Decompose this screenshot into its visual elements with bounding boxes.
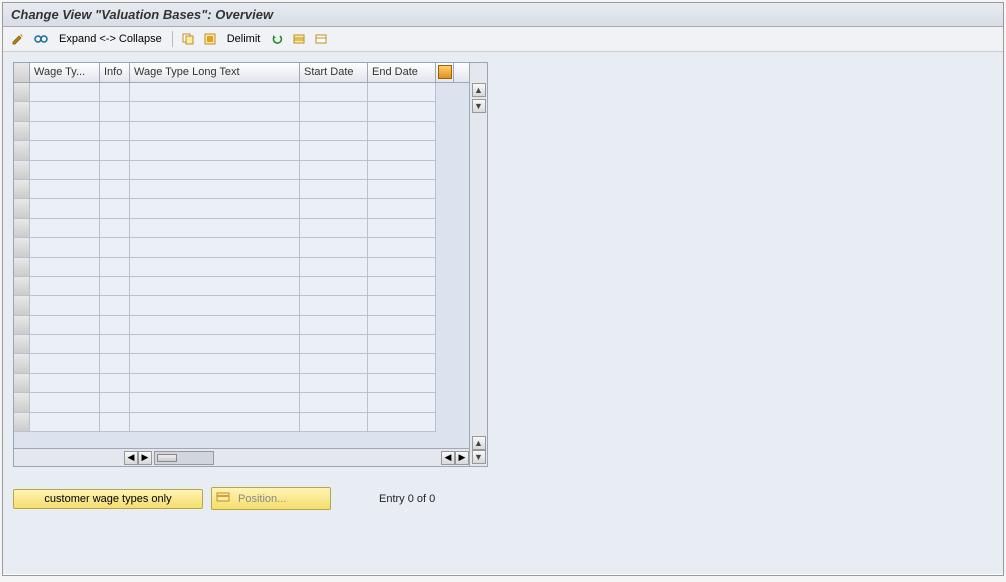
toolbar-separator xyxy=(172,31,173,47)
column-long-text[interactable]: Wage Type Long Text xyxy=(130,63,300,82)
table-row[interactable] xyxy=(14,83,469,102)
table-row[interactable] xyxy=(14,219,469,238)
table-row[interactable] xyxy=(14,393,469,412)
scroll-left-icon[interactable]: ◀ xyxy=(124,451,138,465)
table-row[interactable] xyxy=(14,180,469,199)
column-end-date[interactable]: End Date xyxy=(368,63,436,82)
other-view-icon[interactable] xyxy=(31,30,51,48)
data-table: Wage Ty... Info Wage Type Long Text Star… xyxy=(13,62,488,467)
table-row[interactable] xyxy=(14,413,469,432)
deselect-icon[interactable] xyxy=(312,30,330,48)
horizontal-scrollbar: ◀ ▶ ◀ ▶ xyxy=(14,448,469,466)
hscroll-thumb[interactable] xyxy=(157,454,177,462)
application-toolbar: Expand <-> Collapse Delimit xyxy=(3,27,1003,52)
table-row[interactable] xyxy=(14,102,469,121)
window-title: Change View "Valuation Bases": Overview xyxy=(3,3,1003,27)
undo-icon[interactable] xyxy=(268,30,286,48)
position-icon xyxy=(216,490,230,507)
column-selector[interactable] xyxy=(14,63,30,82)
table-row[interactable] xyxy=(14,258,469,277)
entry-counter: Entry 0 of 0 xyxy=(379,493,435,505)
table-row[interactable] xyxy=(14,277,469,296)
column-info[interactable]: Info xyxy=(100,63,130,82)
sap-window: Change View "Valuation Bases": Overview … xyxy=(2,2,1004,576)
table-row[interactable] xyxy=(14,238,469,257)
scroll-left-end-icon[interactable]: ◀ xyxy=(441,451,455,465)
hscroll-track[interactable] xyxy=(154,451,214,465)
position-button[interactable]: Position... xyxy=(211,487,331,510)
delimit-button[interactable]: Delimit xyxy=(223,33,265,45)
table-body xyxy=(14,83,469,448)
table-header-row: Wage Ty... Info Wage Type Long Text Star… xyxy=(14,63,469,83)
scroll-down-end-icon[interactable]: ▼ xyxy=(472,450,486,464)
toggle-change-icon[interactable] xyxy=(9,30,27,48)
column-start-date[interactable]: Start Date xyxy=(300,63,368,82)
select-all-icon[interactable] xyxy=(201,30,219,48)
table-config-icon xyxy=(438,65,452,79)
table-row[interactable] xyxy=(14,161,469,180)
table-row[interactable] xyxy=(14,296,469,315)
table-row[interactable] xyxy=(14,122,469,141)
scroll-up-end-icon[interactable]: ▲ xyxy=(472,436,486,450)
table-row[interactable] xyxy=(14,354,469,373)
scroll-right-end-icon[interactable]: ▶ xyxy=(455,451,469,465)
select-block-icon[interactable] xyxy=(290,30,308,48)
customer-wage-types-button[interactable]: customer wage types only xyxy=(13,489,203,509)
vertical-scrollbar: ▲ ▼ ▲ ▼ xyxy=(469,63,487,466)
position-label: Position... xyxy=(238,493,286,505)
copy-icon[interactable] xyxy=(179,30,197,48)
bottom-bar: customer wage types only Position... Ent… xyxy=(13,487,993,510)
content-area: Wage Ty... Info Wage Type Long Text Star… xyxy=(3,52,1003,574)
table-row[interactable] xyxy=(14,335,469,354)
table-row[interactable] xyxy=(14,199,469,218)
table-row[interactable] xyxy=(14,316,469,335)
table-row[interactable] xyxy=(14,374,469,393)
table-row[interactable] xyxy=(14,141,469,160)
column-wage-type[interactable]: Wage Ty... xyxy=(30,63,100,82)
scroll-down-icon[interactable]: ▼ xyxy=(472,99,486,113)
scroll-up-icon[interactable]: ▲ xyxy=(472,83,486,97)
scroll-right-icon[interactable]: ▶ xyxy=(138,451,152,465)
table-config-button[interactable] xyxy=(436,63,454,82)
expand-collapse-button[interactable]: Expand <-> Collapse xyxy=(55,33,166,45)
